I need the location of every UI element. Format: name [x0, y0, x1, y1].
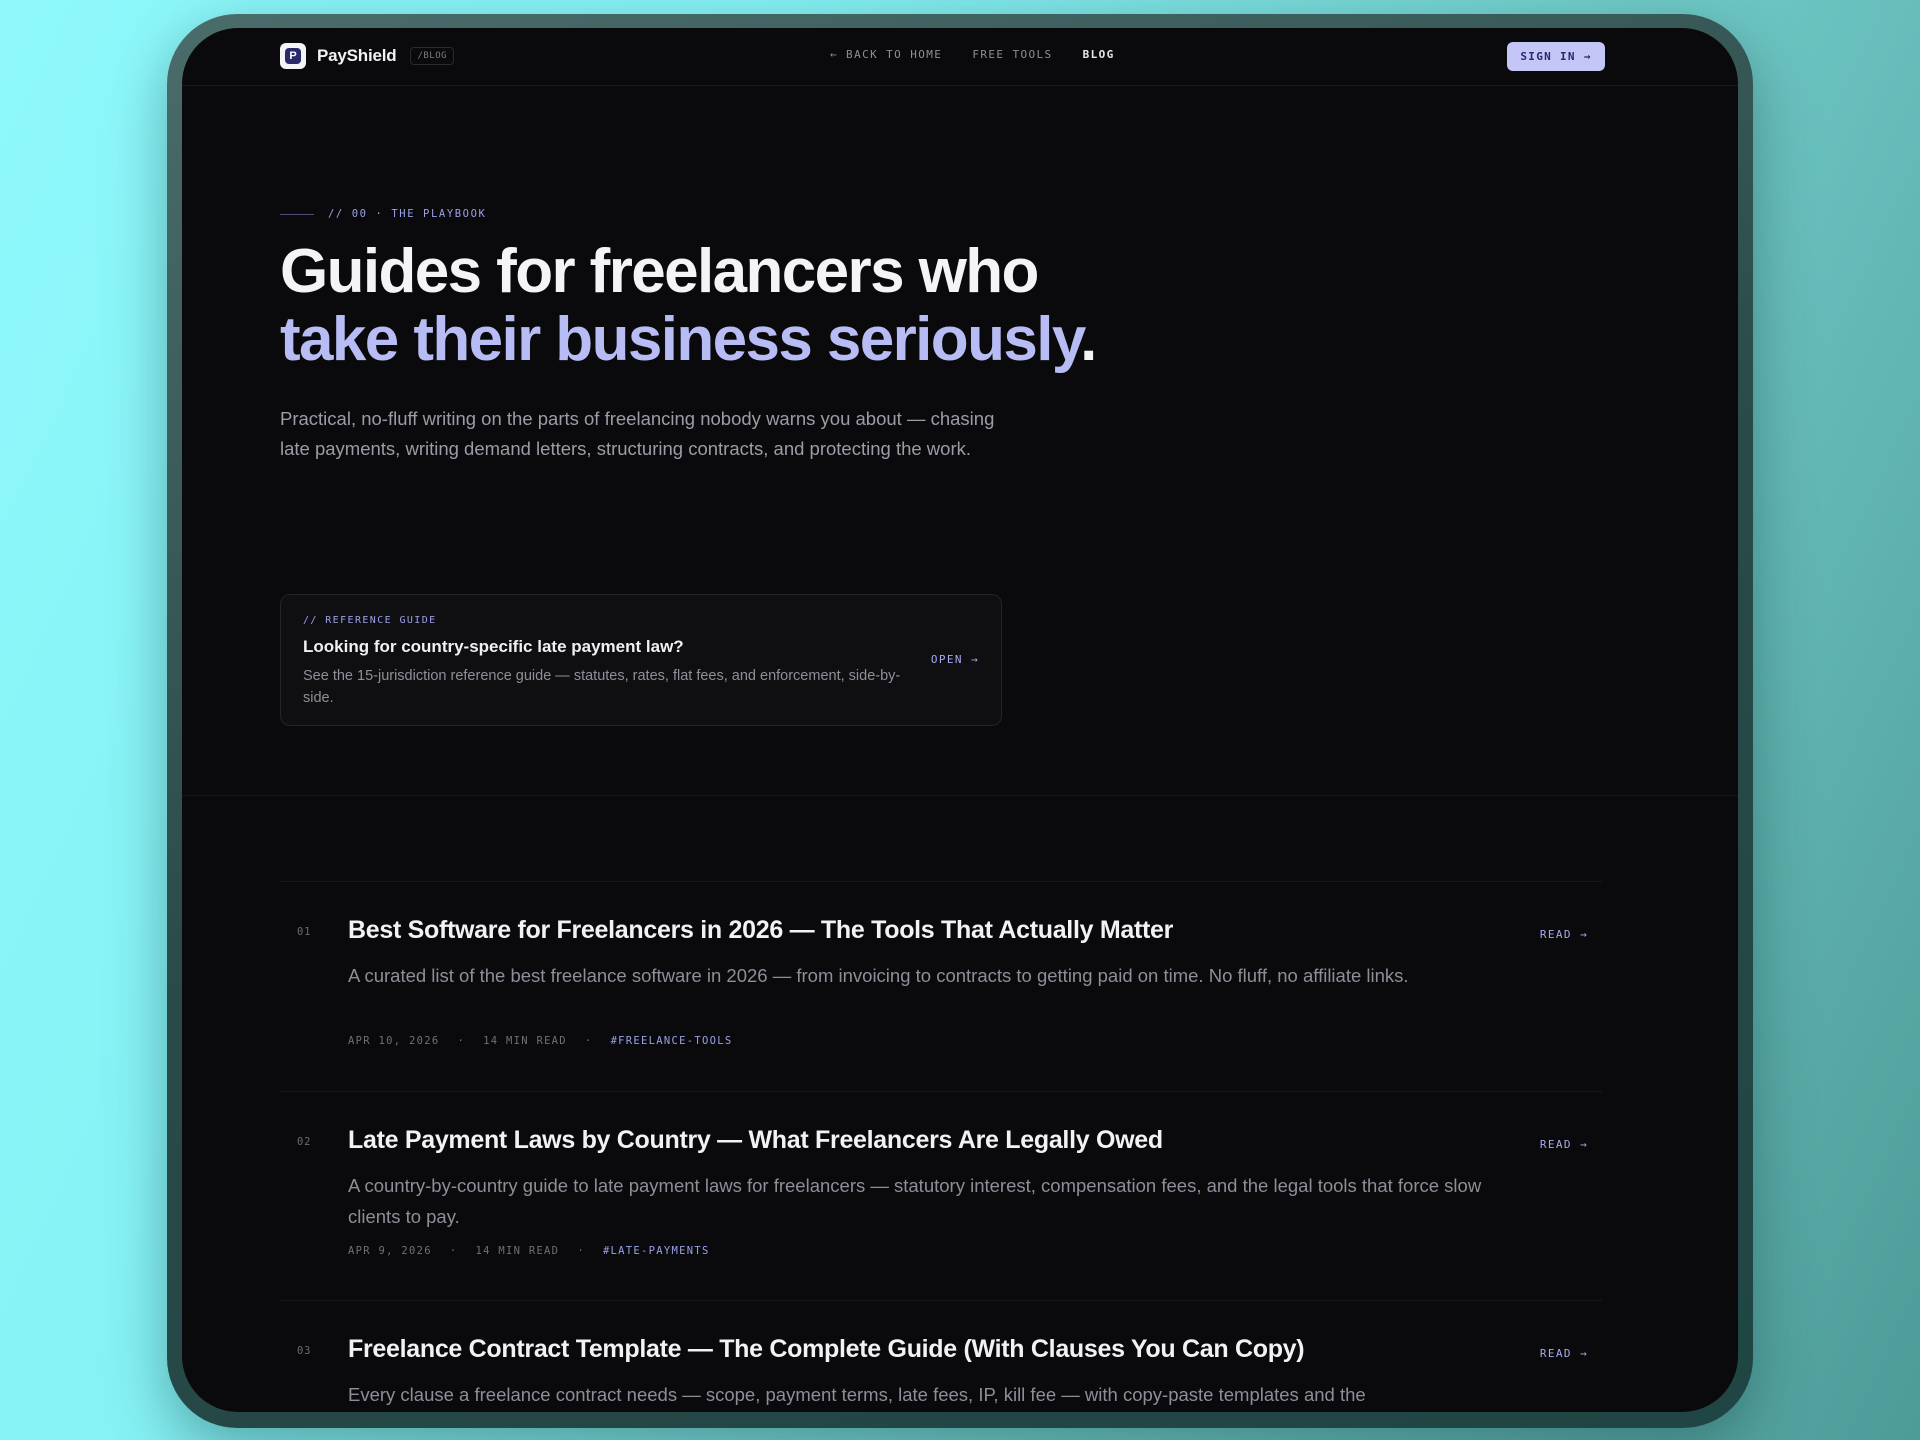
post-description: A country-by-country guide to late payme… — [348, 1175, 1482, 1227]
post-date: APR 10, 2026 — [348, 1035, 440, 1047]
reference-title: Looking for country-specific late paymen… — [303, 637, 684, 656]
brand-name: PayShield — [317, 46, 397, 65]
post-item[interactable]: 01 Best Software for Freelancers in 2026… — [280, 881, 1602, 1091]
meta-separator: · — [457, 1035, 466, 1047]
nav-free-tools-link[interactable]: FREE TOOLS — [972, 48, 1052, 61]
eyebrow-rule — [280, 213, 314, 215]
post-item[interactable]: 03 Freelance Contract Template — The Com… — [280, 1300, 1602, 1412]
post-tag[interactable]: #FREELANCE-TOOLS — [611, 1035, 733, 1047]
post-title[interactable]: Best Software for Freelancers in 2026 — … — [348, 916, 1173, 945]
meta-separator: · — [449, 1245, 458, 1257]
post-description: A curated list of the best freelance sof… — [348, 965, 1409, 986]
post-read-time: 14 MIN READ — [475, 1245, 560, 1257]
hero-section: // 00 · THE PLAYBOOK Guides for freelanc… — [280, 208, 1180, 464]
hero-subtitle: Practical, no-fluff writing on the parts… — [280, 408, 995, 459]
post-date: APR 9, 2026 — [348, 1245, 432, 1257]
post-tag[interactable]: #LATE-PAYMENTS — [603, 1245, 710, 1257]
page-title: Guides for freelancers who take their bu… — [280, 238, 1180, 374]
meta-separator: · — [577, 1245, 585, 1257]
section-tag: /BLOG — [410, 47, 455, 65]
nav-links: ← BACK TO HOME FREE TOOLS BLOG — [830, 48, 1115, 61]
meta-separator: · — [584, 1035, 593, 1047]
reference-description: See the 15-jurisdiction reference guide … — [303, 668, 901, 706]
reference-open-link[interactable]: OPEN → — [931, 653, 979, 666]
post-meta: APR 9, 2026 · 14 MIN READ · #LATE-PAYMEN… — [348, 1245, 710, 1257]
title-line-1: Guides for freelancers who — [280, 237, 1039, 306]
post-item[interactable]: 02 Late Payment Laws by Country — What F… — [280, 1091, 1602, 1300]
post-number: 02 — [297, 1136, 312, 1148]
sign-in-button[interactable]: SIGN IN → — [1507, 42, 1605, 71]
logo-letter: P — [285, 48, 301, 64]
nav-blog-link[interactable]: BLOG — [1083, 48, 1115, 61]
nav-back-home-link[interactable]: ← BACK TO HOME — [830, 48, 942, 61]
reference-guide-card[interactable]: // REFERENCE GUIDE Looking for country-s… — [280, 594, 1002, 726]
hero-eyebrow-text: // 00 · THE PLAYBOOK — [328, 208, 487, 220]
post-read-link[interactable]: READ → — [1540, 928, 1588, 941]
post-meta: APR 10, 2026 · 14 MIN READ · #FREELANCE-… — [348, 1035, 733, 1047]
brand-logo[interactable]: P PayShield /BLOG — [280, 43, 455, 69]
browser-screen: P PayShield /BLOG ← BACK TO HOME FREE TO… — [182, 28, 1738, 1412]
payshield-logo-icon: P — [280, 43, 306, 69]
title-accent: take their business seriously — [280, 305, 1082, 374]
post-read-time: 14 MIN READ — [483, 1035, 567, 1047]
post-list: 01 Best Software for Freelancers in 2026… — [280, 881, 1602, 1412]
post-description: Every clause a freelance contract needs … — [348, 1384, 1366, 1405]
title-period: . — [1080, 305, 1097, 374]
hero-eyebrow: // 00 · THE PLAYBOOK — [280, 208, 1180, 220]
post-read-link[interactable]: READ → — [1540, 1138, 1588, 1151]
post-title[interactable]: Freelance Contract Template — The Comple… — [348, 1335, 1305, 1364]
post-number: 03 — [297, 1345, 312, 1357]
post-read-link[interactable]: READ → — [1540, 1347, 1588, 1360]
post-title[interactable]: Late Payment Laws by Country — What Free… — [348, 1126, 1163, 1155]
reference-eyebrow: // REFERENCE GUIDE — [303, 615, 437, 626]
section-divider — [182, 795, 1738, 796]
top-nav: P PayShield /BLOG ← BACK TO HOME FREE TO… — [182, 28, 1738, 86]
post-number: 01 — [297, 926, 312, 938]
